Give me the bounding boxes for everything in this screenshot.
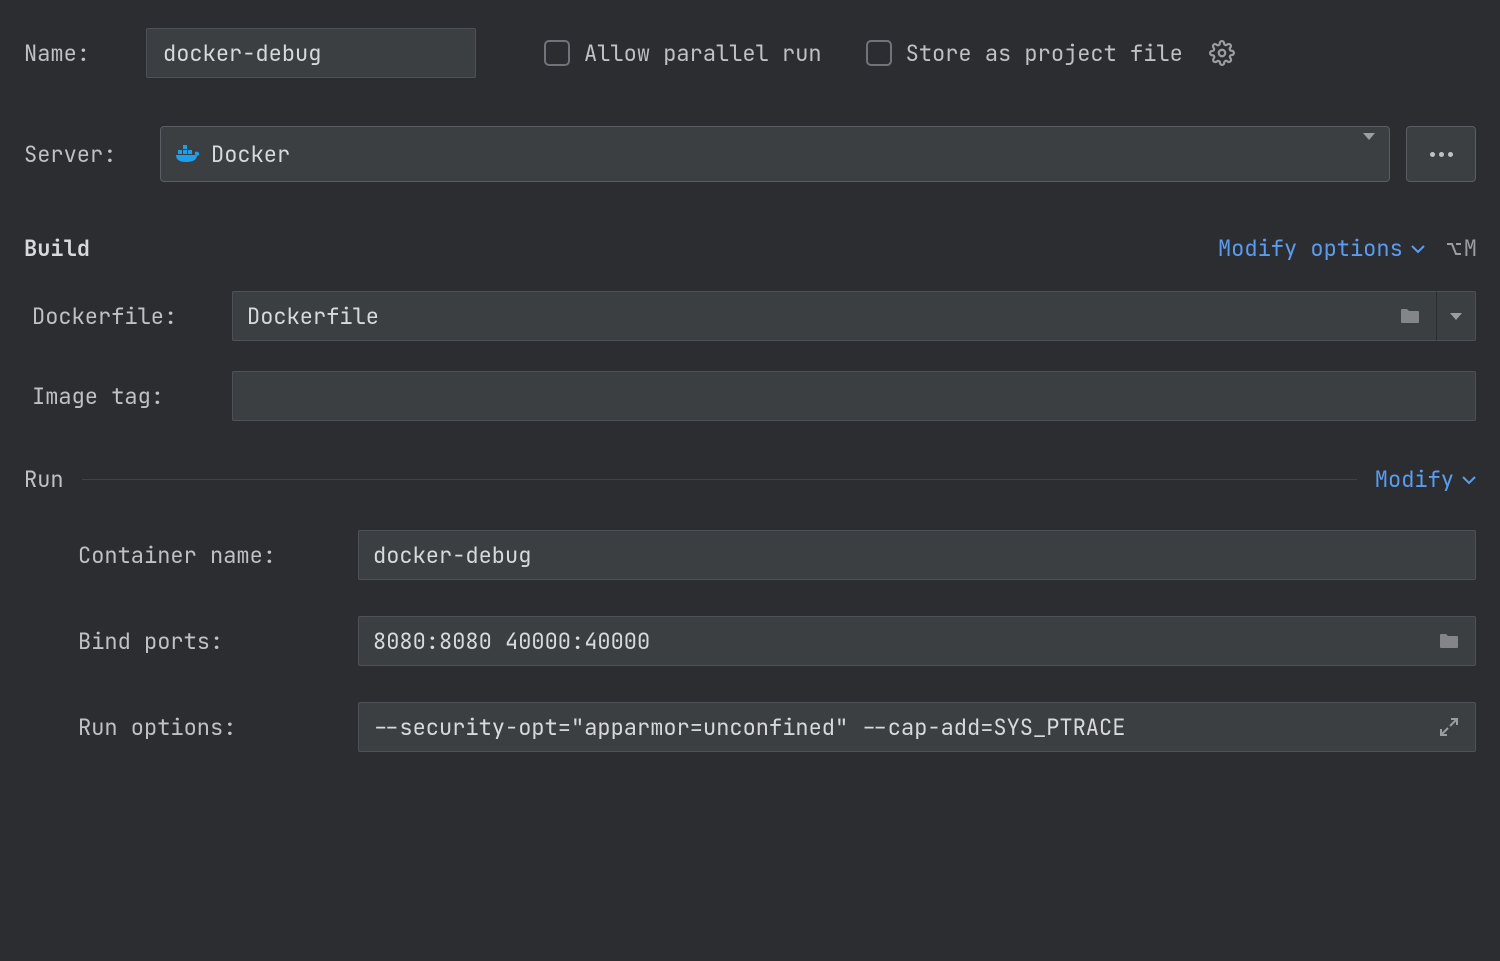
build-modify-options-link[interactable]: Modify options	[1218, 234, 1425, 263]
gear-icon[interactable]	[1209, 40, 1235, 66]
run-options-input[interactable]	[373, 713, 1437, 742]
image-tag-input[interactable]	[247, 382, 1461, 411]
chevron-down-icon	[1411, 244, 1425, 254]
run-divider	[82, 479, 1357, 480]
run-modify-link[interactable]: Modify	[1375, 465, 1476, 494]
dockerfile-dropdown-button[interactable]	[1436, 291, 1476, 341]
build-section-title: Build	[24, 234, 90, 263]
container-name-input[interactable]	[373, 541, 1461, 570]
chevron-down-icon	[1462, 475, 1476, 485]
dockerfile-label: Dockerfile:	[32, 302, 232, 331]
server-select[interactable]: Docker	[160, 126, 1390, 182]
server-value: Docker	[211, 140, 290, 169]
run-options-input-wrapper	[358, 702, 1476, 752]
folder-icon[interactable]	[1398, 304, 1422, 328]
store-project-label: Store as project file	[906, 39, 1183, 68]
folder-icon[interactable]	[1437, 629, 1461, 653]
run-section-title: Run	[24, 465, 64, 494]
dockerfile-input[interactable]	[247, 302, 1398, 331]
name-label: Name:	[24, 39, 90, 68]
allow-parallel-group[interactable]: Allow parallel run	[544, 39, 822, 68]
allow-parallel-label: Allow parallel run	[584, 39, 822, 68]
chevron-down-icon	[1450, 313, 1462, 320]
store-project-group[interactable]: Store as project file	[866, 39, 1183, 68]
bind-ports-label: Bind ports:	[78, 627, 358, 656]
image-tag-label: Image tag:	[32, 382, 232, 411]
server-more-button[interactable]	[1406, 126, 1476, 182]
image-tag-input-wrapper	[232, 371, 1476, 421]
expand-icon[interactable]	[1437, 715, 1461, 739]
run-modify-label: Modify	[1375, 465, 1454, 494]
run-options-label: Run options:	[78, 713, 358, 742]
container-name-label: Container name:	[78, 541, 358, 570]
dockerfile-input-wrapper	[232, 291, 1436, 341]
chevron-down-icon	[1363, 140, 1375, 169]
bind-ports-input-wrapper	[358, 616, 1476, 666]
option-key-icon	[1445, 240, 1463, 258]
build-modify-shortcut: M	[1445, 234, 1476, 263]
store-project-checkbox[interactable]	[866, 40, 892, 66]
container-name-input-wrapper	[358, 530, 1476, 580]
name-input[interactable]	[146, 28, 476, 78]
docker-icon	[175, 142, 201, 166]
build-modify-label: Modify options	[1218, 234, 1403, 263]
bind-ports-input[interactable]	[373, 627, 1437, 656]
server-label: Server:	[24, 140, 144, 169]
allow-parallel-checkbox[interactable]	[544, 40, 570, 66]
